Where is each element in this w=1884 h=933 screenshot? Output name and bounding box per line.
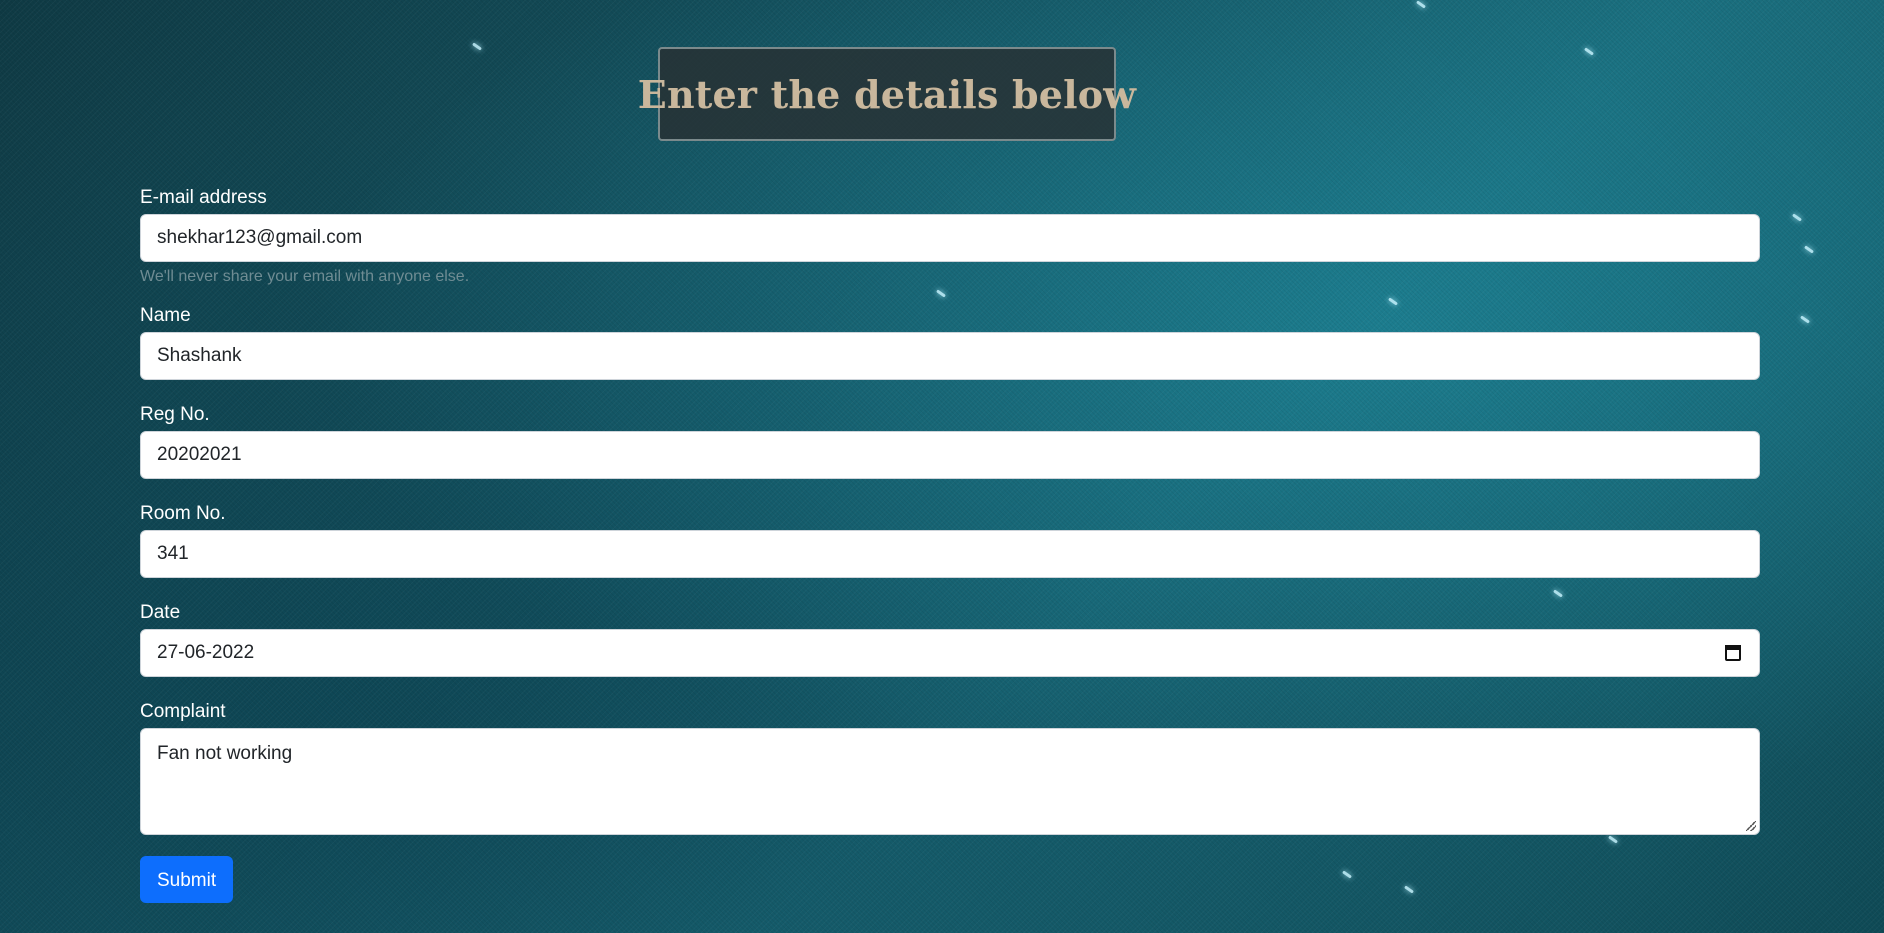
background-sparkle bbox=[1416, 0, 1426, 9]
resize-handle-icon[interactable] bbox=[1746, 821, 1756, 831]
complaint-textarea[interactable]: Fan not working bbox=[140, 728, 1760, 835]
room-no-label: Room No. bbox=[140, 503, 226, 524]
page-title: Enter the details below bbox=[637, 71, 1137, 117]
heading-panel: Enter the details below bbox=[638, 47, 1136, 141]
name-group: Name Shashank bbox=[140, 304, 1760, 380]
email-value: shekhar123@gmail.com bbox=[157, 227, 363, 248]
email-hint: We'll never share your email with anyone… bbox=[140, 268, 470, 285]
date-group: Date 27-06-2022 bbox=[140, 601, 1760, 677]
complaint-group: Complaint Fan not working bbox=[140, 700, 1760, 835]
background-sparkle bbox=[1804, 245, 1814, 254]
background-sparkle bbox=[472, 42, 482, 51]
date-label: Date bbox=[140, 602, 181, 623]
complaint-label: Complaint bbox=[140, 701, 226, 722]
background-sparkle bbox=[1800, 315, 1810, 324]
room-no-group: Room No. 341 bbox=[140, 502, 1760, 578]
name-label: Name bbox=[140, 305, 191, 326]
complaint-value: Fan not working bbox=[157, 743, 293, 764]
name-value: Shashank bbox=[157, 345, 242, 366]
date-value: 27-06-2022 bbox=[157, 642, 255, 663]
room-no-field[interactable]: 341 bbox=[140, 530, 1760, 578]
email-field[interactable]: shekhar123@gmail.com bbox=[140, 214, 1760, 262]
email-group: E-mail address shekhar123@gmail.com We'l… bbox=[140, 186, 1760, 286]
calendar-icon[interactable] bbox=[1725, 645, 1741, 661]
background-sparkle bbox=[1584, 47, 1594, 56]
date-field[interactable]: 27-06-2022 bbox=[140, 629, 1760, 677]
reg-no-field[interactable]: 20202021 bbox=[140, 431, 1760, 479]
reg-no-label: Reg No. bbox=[140, 404, 210, 425]
room-no-value: 341 bbox=[157, 543, 189, 564]
reg-no-value: 20202021 bbox=[157, 444, 242, 465]
name-field[interactable]: Shashank bbox=[140, 332, 1760, 380]
background-sparkle bbox=[1792, 213, 1802, 222]
email-label: E-mail address bbox=[140, 187, 267, 208]
complaint-form: E-mail address shekhar123@gmail.com We'l… bbox=[140, 186, 1760, 903]
reg-no-group: Reg No. 20202021 bbox=[140, 403, 1760, 479]
submit-button[interactable]: Submit bbox=[140, 856, 234, 903]
